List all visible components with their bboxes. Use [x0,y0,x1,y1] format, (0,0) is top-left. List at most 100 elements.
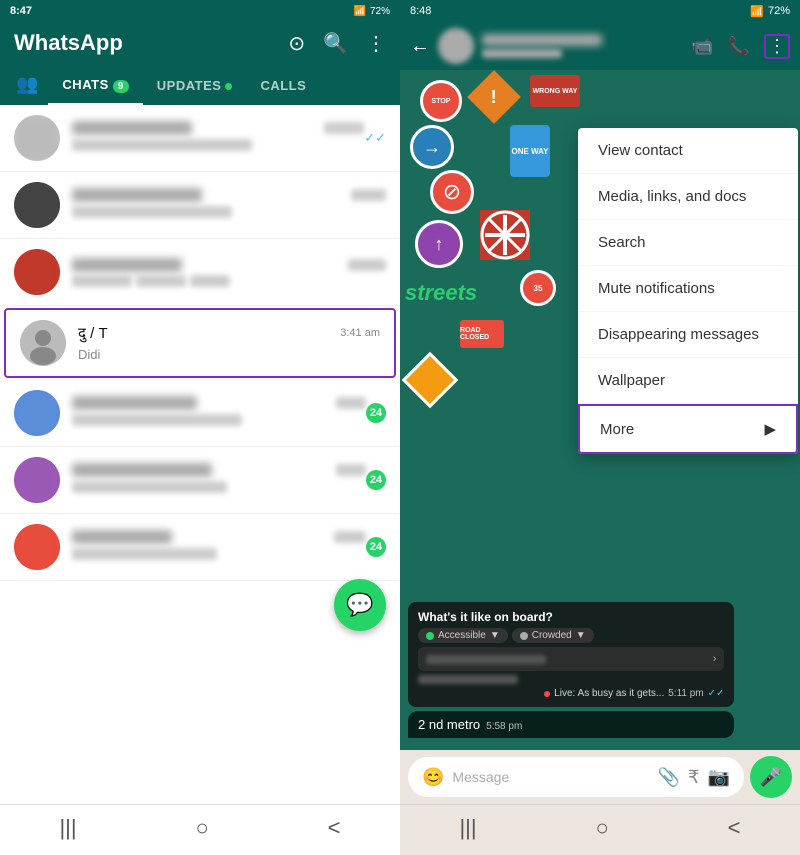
read-tick: ✓✓ [364,130,386,146]
tabs-bar: 👥 Chats9 Updates Calls [0,64,400,105]
sign-stop: STOP [420,80,462,122]
poll-option-2[interactable]: Crowded ▼ [512,628,594,643]
home-gesture-icon[interactable]: ○ [595,815,608,841]
default-avatar-icon [20,320,66,366]
chat-preview [72,414,242,426]
poll-row: › [418,647,724,671]
sign-x [480,210,530,260]
mic-button[interactable]: 🎤 [750,756,792,798]
message-time: 5:11 pm [668,688,703,699]
chat-preview [72,206,232,218]
dropdown-item-wallpaper[interactable]: Wallpaper [578,358,798,404]
sign-text-streets: streets [405,280,477,306]
sign-warning: ! [467,70,521,124]
unread-badge: 24 [366,537,386,557]
home-gesture-icon[interactable]: ○ [195,815,208,841]
rupee-icon[interactable]: ₹ [688,767,699,788]
live-badge: Live: As busy as it gets... [544,688,664,699]
camera-icon[interactable]: 📷 [708,767,730,788]
chat-preview: Didi [78,347,100,362]
avatar [14,182,60,228]
chat-time [336,397,366,409]
more-options-icon[interactable]: ⋮ [764,34,790,59]
chat-time: 3:41 am [340,327,380,339]
chat-preview [72,481,227,493]
avatar [14,524,60,570]
right-battery: 72% [768,5,790,17]
chat-name [72,463,212,477]
message-input-container[interactable]: 😊 Message 📎 ₹ 📷 [408,757,744,797]
message-input[interactable]: Message [452,769,649,785]
sign-speed: 35 [520,270,556,306]
messages-area: What's it like on board? Accessible ▼ Cr… [400,594,800,750]
chat-name [72,258,182,272]
right-bottom-nav: ||| ○ < [400,804,800,855]
poll-options: Accessible ▼ Crowded ▼ [418,628,724,643]
recents-gesture-icon[interactable]: < [728,815,741,841]
sign-one-way: ONE WAY [510,125,550,177]
video-call-icon[interactable]: 📹 [691,36,713,57]
list-item[interactable]: ✓✓ [0,105,400,172]
dropdown-menu: View contact Media, links, and docs Sear… [578,128,798,454]
input-bar: 😊 Message 📎 ₹ 📷 🎤 [400,750,800,804]
tab-updates[interactable]: Updates [143,66,247,103]
chat-time [348,259,386,271]
list-item[interactable]: 24 [0,447,400,514]
contacts-tab-icon[interactable]: 👥 [6,64,48,105]
chat-list: ✓✓ [0,105,400,804]
avatar [14,457,60,503]
poll-message: What's it like on board? Accessible ▼ Cr… [408,602,734,707]
chat-time [324,122,364,134]
dropdown-item-mute[interactable]: Mute notifications [578,266,798,312]
poll-option-1[interactable]: Accessible ▼ [418,628,508,643]
recents-gesture-icon[interactable]: < [328,815,341,841]
sign-wrong-way: WRONG WAY [530,75,580,107]
avatar [14,390,60,436]
tab-chats[interactable]: Chats9 [48,65,142,105]
new-chat-fab[interactable]: 💬 [334,579,386,631]
dropdown-item-media[interactable]: Media, links, and docs [578,174,798,220]
list-item[interactable]: 24 [0,380,400,447]
poll-dot [426,632,434,640]
list-item[interactable]: 24 [0,514,400,581]
sign-no: ⊘ [430,170,474,214]
poll-bar-2 [418,675,518,684]
dropdown-item-search[interactable]: Search [578,220,798,266]
header-actions: 📹 📞 ⋮ [691,34,790,59]
chat-name [72,530,172,544]
emoji-icon[interactable]: 😊 [422,767,444,788]
camera-icon[interactable]: ⊙ [288,31,305,56]
dropdown-item-view-contact[interactable]: View contact [578,128,798,174]
message-time: 5:58 pm [486,721,522,732]
left-status-bar: 8:47 📶 72% [0,0,400,22]
search-icon[interactable]: 🔍 [323,31,348,56]
app-header: WhatsApp ⊙ 🔍 ⋮ [0,22,400,64]
back-button[interactable]: ← [410,35,430,58]
right-status-bar: 8:48 📶 72% [400,0,800,22]
tab-calls[interactable]: Calls [246,66,320,103]
sign-diamond [402,352,459,409]
right-signal-icon: 📶 [750,5,764,18]
sign-road-closed: ROAD CLOSED [460,320,504,348]
list-item[interactable] [0,239,400,306]
attachment-icon[interactable]: 📎 [658,767,680,788]
more-options-icon[interactable]: ⋮ [366,31,386,56]
unread-badge: 24 [366,470,386,490]
chat-name [72,396,197,410]
list-item[interactable] [0,172,400,239]
list-item-highlighted[interactable]: दु / T 3:41 am Didi [4,308,396,378]
voice-call-icon[interactable]: 📞 [728,36,750,57]
bottom-nav: ||| ○ < [0,804,400,855]
sign-circle: ↑ [415,220,463,268]
poll-dot [520,632,528,640]
contact-name [482,34,602,46]
header-icons: ⊙ 🔍 ⋮ [288,31,386,56]
battery-text: 72% [370,6,390,17]
dropdown-item-more[interactable]: More ▶ [578,404,798,454]
left-time: 8:47 [10,5,32,17]
chevron-right-icon: ▶ [764,420,776,438]
contact-status [482,49,562,58]
right-time: 8:48 [410,5,431,17]
right-panel: 8:48 📶 72% ← 📹 📞 ⋮ STOP ! → WRONG WAY ⊘ … [400,0,800,855]
dropdown-item-disappearing[interactable]: Disappearing messages [578,312,798,358]
